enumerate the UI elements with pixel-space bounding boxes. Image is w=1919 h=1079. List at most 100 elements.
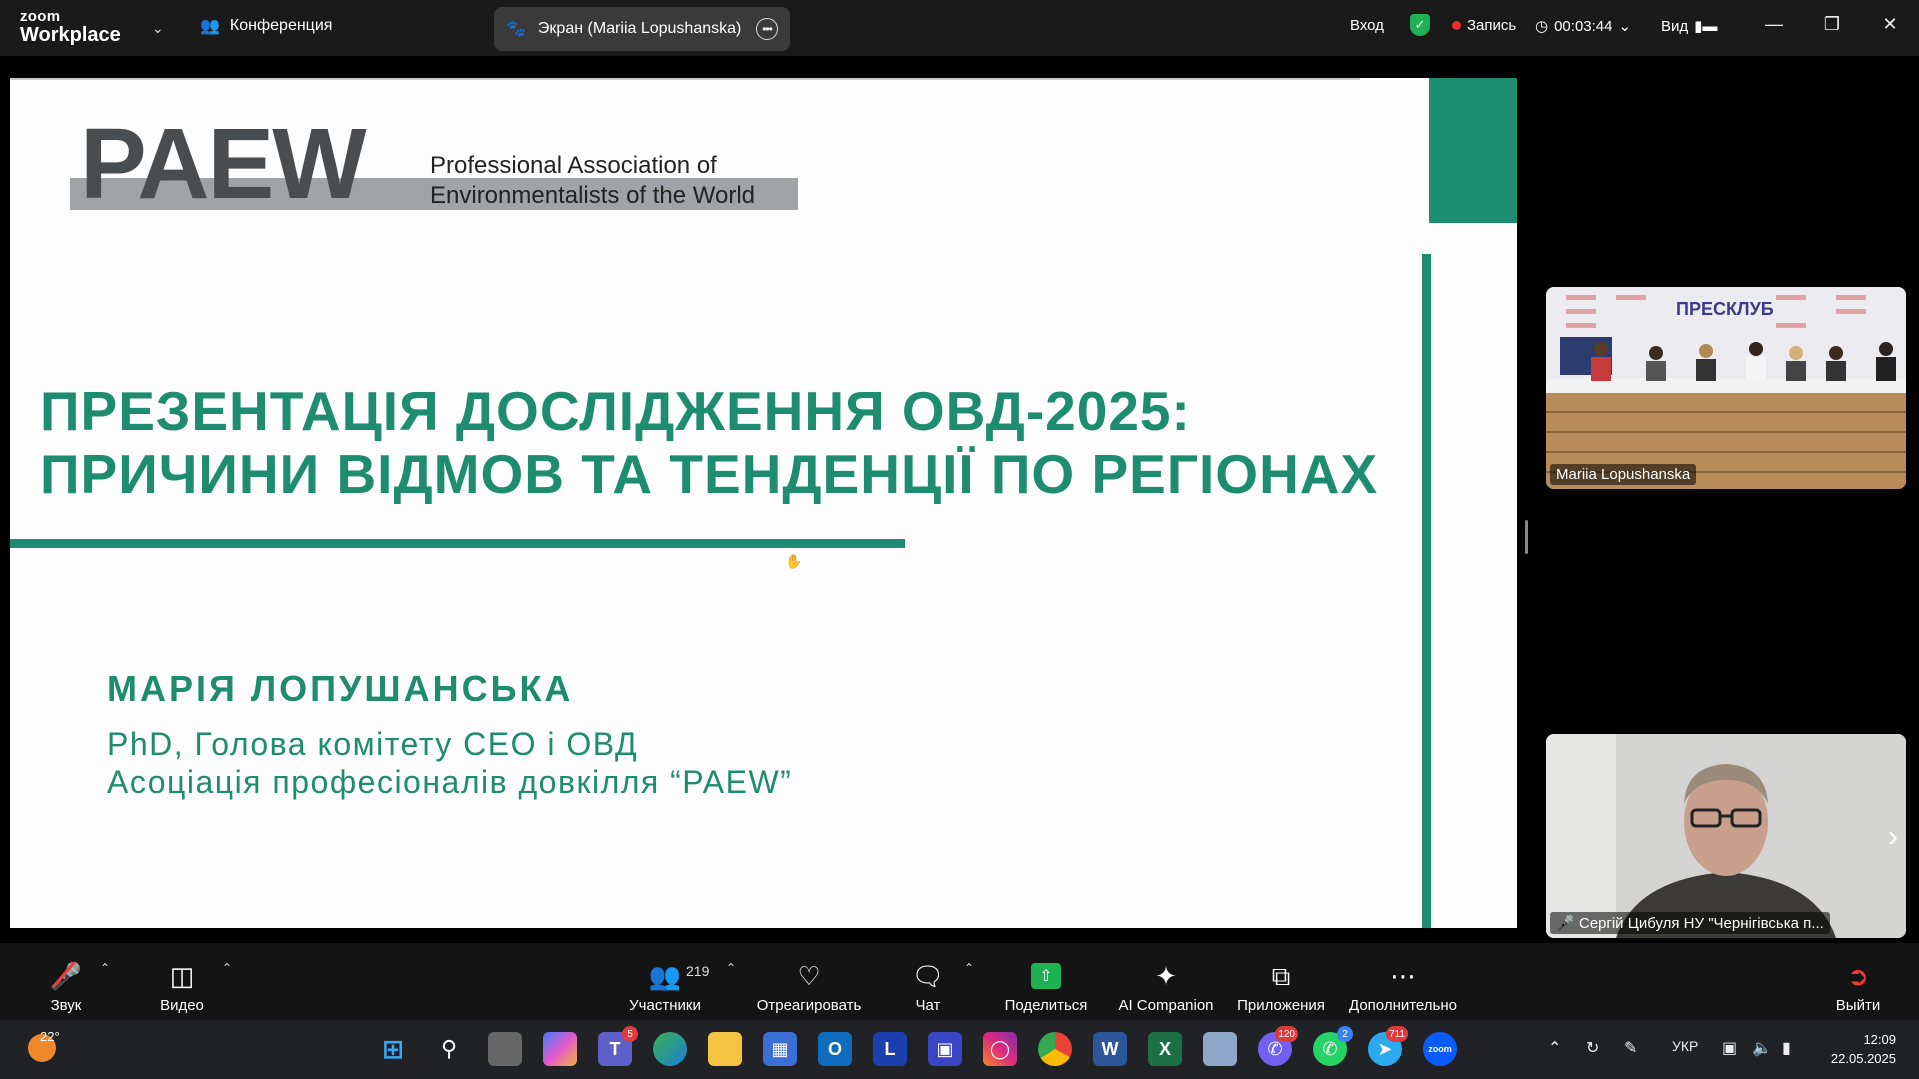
- more-label: Дополнительно: [1349, 997, 1457, 1014]
- telegram-badge: 711: [1386, 1026, 1408, 1042]
- screen-share-pill[interactable]: 🐾 Экран (Mariia Lopushanska) •••: [494, 7, 790, 51]
- login-button[interactable]: Вход: [1350, 17, 1384, 34]
- restore-icon[interactable]: ❐: [1820, 14, 1844, 35]
- chrome-icon[interactable]: [1038, 1032, 1072, 1066]
- chevron-down-icon: ⌄: [1618, 18, 1632, 35]
- ai-companion-button[interactable]: ✦ AI Companion: [1116, 943, 1216, 1020]
- login-label: Вход: [1350, 17, 1384, 34]
- whatsapp-icon[interactable]: ✆ 2: [1313, 1026, 1353, 1066]
- panel-resize-handle[interactable]: [1525, 520, 1528, 554]
- clock-date: 22.05.2025: [1830, 1051, 1896, 1066]
- chevron-down-icon[interactable]: ⌄: [152, 20, 164, 37]
- excel-icon[interactable]: X: [1148, 1032, 1182, 1066]
- shared-slide: PAEW Professional Association of Environ…: [10, 78, 1517, 928]
- chat-button[interactable]: 🗨 Чат: [905, 943, 951, 1020]
- apps-label: Приложения: [1237, 997, 1325, 1014]
- leave-button[interactable]: ➲ Выйти: [1834, 943, 1882, 1020]
- l-app-icon[interactable]: L: [873, 1032, 907, 1066]
- volume-icon[interactable]: 🔈: [1752, 1038, 1772, 1058]
- outlook-icon[interactable]: O: [818, 1032, 852, 1066]
- muted-mic-icon: 🎤: [1556, 915, 1575, 932]
- webcam-video: [1546, 734, 1906, 938]
- more-button[interactable]: ⋯ Дополнительно: [1346, 943, 1460, 1020]
- close-icon[interactable]: ✕: [1878, 14, 1902, 35]
- role-line2: Асоціація професіоналів довкілля “PAEW”: [107, 764, 793, 800]
- presenter-avatar-icon: 🐾: [506, 21, 526, 38]
- share-button[interactable]: ⇧ Поделиться: [1002, 943, 1090, 1020]
- recording-indicator[interactable]: Запись: [1452, 17, 1516, 34]
- sync-icon[interactable]: ↻: [1586, 1038, 1599, 1058]
- save-icon[interactable]: ▣: [928, 1032, 962, 1066]
- leave-label: Выйти: [1835, 997, 1881, 1014]
- system-clock[interactable]: 12:09 22.05.2025: [1824, 1030, 1896, 1068]
- teams-badge: 5: [622, 1026, 638, 1042]
- security-shield-icon[interactable]: ✓: [1410, 14, 1430, 36]
- audio-label: Звук: [50, 997, 82, 1014]
- chevron-up-icon[interactable]: ⌃: [222, 961, 232, 975]
- copilot-icon[interactable]: [543, 1032, 577, 1066]
- pen-icon[interactable]: ✎: [1624, 1038, 1637, 1058]
- logo-sub-line2: Environmentalists of the World: [430, 182, 756, 209]
- muted-mic-icon: 🎤: [49, 961, 83, 991]
- word-icon[interactable]: W: [1093, 1032, 1127, 1066]
- participant-video-tile[interactable]: 🎤 Сергій Цибуля НУ "Чернігівська п...: [1546, 734, 1906, 938]
- chevron-right-icon[interactable]: ›: [1888, 820, 1898, 854]
- grid-view-icon: ▮▬: [1694, 18, 1718, 35]
- accent-horizontal-line: [10, 539, 905, 548]
- task-view-icon[interactable]: [488, 1032, 522, 1066]
- zoom-icon[interactable]: zoom: [1423, 1032, 1457, 1066]
- notepad-icon[interactable]: [1203, 1032, 1237, 1066]
- recording-label: Запись: [1467, 17, 1517, 34]
- participant-video-tile[interactable]: ПРЕСКЛУБ Mariia Lopushanska: [1546, 287, 1906, 489]
- teams-icon[interactable]: T5: [598, 1026, 638, 1066]
- file-explorer-icon[interactable]: [708, 1032, 742, 1066]
- edge-icon[interactable]: [653, 1032, 687, 1066]
- presenter-role: PhD, Голова комітету СЕО і ОВД Асоціація…: [107, 725, 792, 801]
- record-dot-icon: [1452, 21, 1461, 30]
- conference-menu[interactable]: 👥 Конференция: [200, 16, 332, 36]
- participants-button[interactable]: 👥 Участники: [620, 943, 710, 1020]
- battery-icon[interactable]: ▮: [1782, 1038, 1791, 1058]
- network-icon[interactable]: ▣: [1722, 1038, 1737, 1058]
- viber-badge: 120: [1275, 1026, 1298, 1042]
- view-button[interactable]: Вид ▮▬: [1661, 17, 1718, 36]
- logo-bottom-text: Workplace: [20, 24, 121, 46]
- react-label: Отреагировать: [756, 997, 862, 1014]
- search-icon[interactable]: ⚲: [432, 1032, 466, 1066]
- more-options-icon[interactable]: •••: [756, 18, 778, 40]
- more-icon: ⋯: [1390, 961, 1416, 991]
- role-line1: PhD, Голова комітету СЕО і ОВД: [107, 726, 639, 762]
- title-line2: ПРИЧИНИ ВІДМОВ ТА ТЕНДЕНЦІЇ ПО РЕГІОНАХ: [40, 443, 1379, 505]
- checkmark-icon: ✓: [1410, 14, 1430, 36]
- view-label: Вид: [1661, 17, 1689, 35]
- press-club-banner: ПРЕСКЛУБ: [1676, 299, 1774, 319]
- chevron-up-icon[interactable]: ⌃: [726, 961, 736, 975]
- slide-title: ПРЕЗЕНТАЦІЯ ДОСЛІДЖЕННЯ ОВД-2025: ПРИЧИН…: [40, 380, 1378, 506]
- chevron-up-icon[interactable]: ⌃: [1548, 1038, 1561, 1058]
- title-bar: zoom Workplace ⌄ 👥 Конференция 🐾 Экран (…: [0, 0, 1919, 56]
- telegram-icon[interactable]: ➤ 711: [1368, 1026, 1408, 1066]
- timer-text: 00:03:44: [1554, 17, 1613, 35]
- start-icon[interactable]: ⊞: [376, 1032, 410, 1066]
- clock-time: 12:09: [1863, 1032, 1896, 1047]
- logo-subtitle: Professional Association of Environmenta…: [430, 151, 755, 211]
- accent-block: [1429, 78, 1517, 223]
- apps-button[interactable]: ⧉ Приложения: [1234, 943, 1328, 1020]
- store-icon[interactable]: ▦: [763, 1032, 797, 1066]
- audio-button[interactable]: 🎤 Звук: [46, 943, 86, 1020]
- video-button[interactable]: ◫ Видео: [156, 943, 208, 1020]
- language-indicator[interactable]: УКР: [1672, 1038, 1698, 1054]
- chevron-up-icon[interactable]: ⌃: [964, 961, 974, 975]
- participant-name-label: Mariia Lopushanska: [1550, 464, 1697, 485]
- meeting-timer[interactable]: ◷ 00:03:44 ⌄: [1535, 17, 1632, 36]
- instagram-icon[interactable]: ◯: [983, 1032, 1017, 1066]
- react-button[interactable]: ♡ Отреагировать: [752, 943, 866, 1020]
- share-pill-label: Экран (Mariia Lopushanska): [537, 20, 742, 37]
- paew-logo: PAEW: [80, 108, 367, 220]
- viber-icon[interactable]: ✆ 120: [1258, 1026, 1298, 1066]
- chevron-up-icon[interactable]: ⌃: [100, 961, 110, 975]
- minimize-icon[interactable]: —: [1762, 14, 1786, 35]
- people-icon: 👥: [200, 18, 220, 35]
- participant-name-label: 🎤 Сергій Цибуля НУ "Чернігівська п...: [1550, 912, 1830, 934]
- ai-label: AI Companion: [1118, 997, 1214, 1014]
